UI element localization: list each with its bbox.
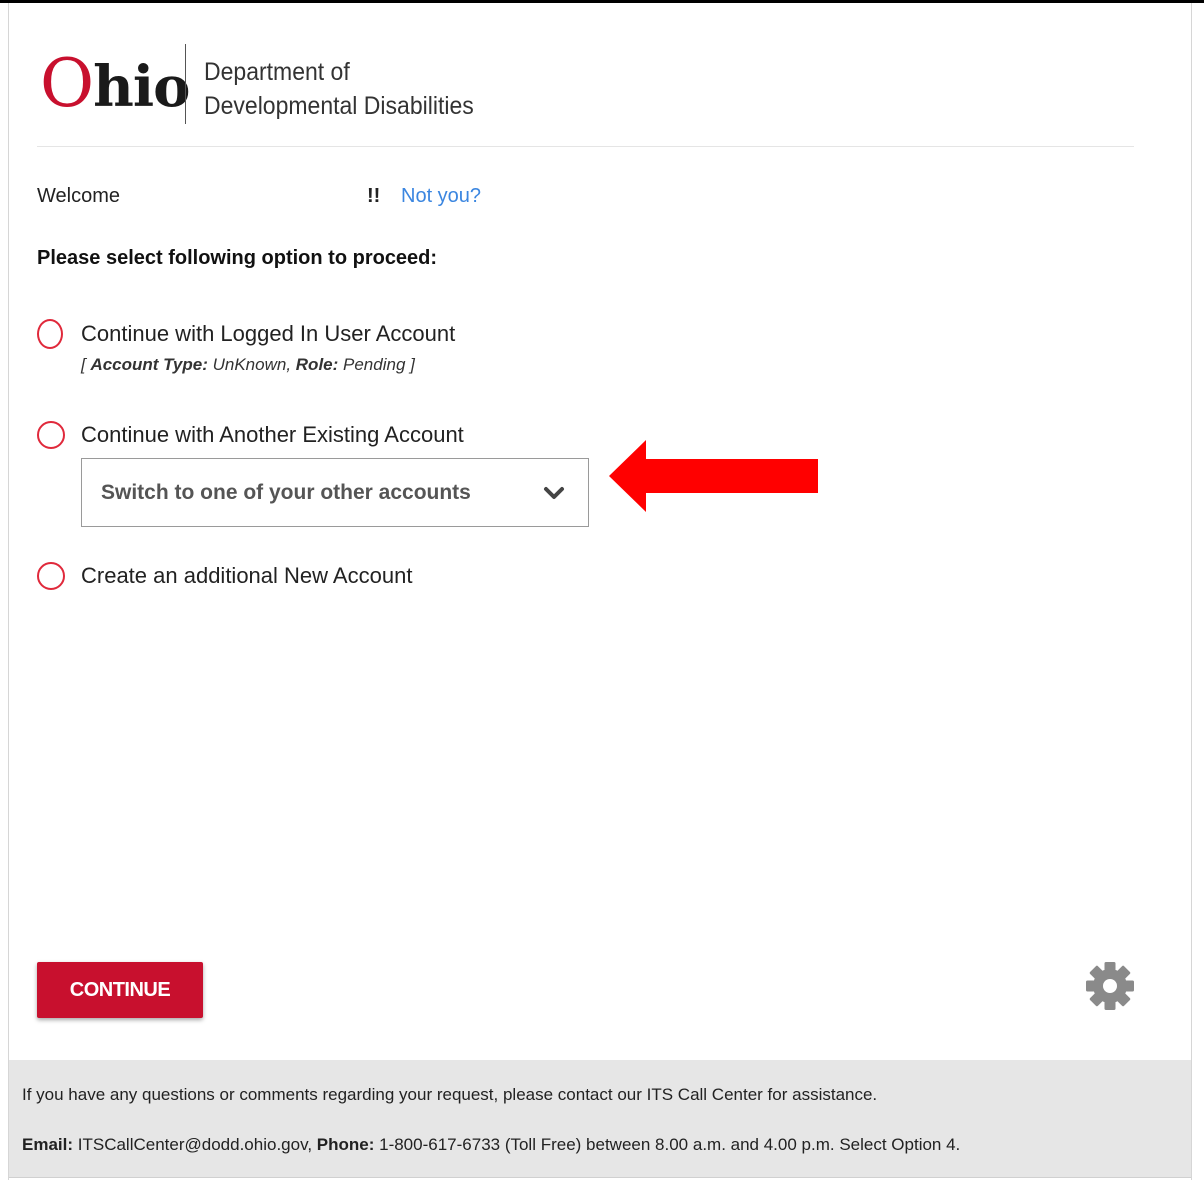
logo-department-name: Department of Developmental Disabilities bbox=[204, 58, 474, 120]
footer-email: ITSCallCenter@dodd.ohio.gov, bbox=[73, 1135, 317, 1154]
left-arrow-icon bbox=[609, 440, 818, 512]
footer-contact-info: Email: ITSCallCenter@dodd.ohio.gov, Phon… bbox=[22, 1135, 961, 1154]
gear-icon[interactable] bbox=[1085, 961, 1135, 1011]
dropdown-selected-value: Switch to one of your other accounts bbox=[101, 481, 471, 504]
continue-button[interactable]: CONTINUE bbox=[37, 962, 203, 1018]
logo-wordmark: Ohio bbox=[40, 45, 190, 122]
account-details: [ Account Type: UnKnown, Role: Pending ] bbox=[81, 355, 415, 374]
logo-divider bbox=[185, 44, 186, 124]
footer-phone: 1-800-617-6733 (Toll Free) between 8.00 … bbox=[374, 1135, 961, 1154]
instruction-text: Please select following option to procee… bbox=[37, 247, 438, 269]
option-label: Continue with Another Existing Account bbox=[81, 422, 464, 447]
support-footer: If you have any questions or comments re… bbox=[9, 1060, 1191, 1178]
radio-logged-in-account[interactable] bbox=[37, 319, 63, 349]
option-label: Continue with Logged In User Account bbox=[81, 321, 456, 346]
footer-help-text: If you have any questions or comments re… bbox=[22, 1085, 878, 1104]
radio-another-existing-account[interactable] bbox=[37, 421, 65, 449]
welcome-label: Welcome bbox=[37, 185, 120, 207]
switch-account-dropdown[interactable]: Switch to one of your other accounts bbox=[81, 458, 589, 527]
header-divider bbox=[37, 146, 1134, 147]
radio-new-account[interactable] bbox=[37, 562, 65, 590]
option-label: Create an additional New Account bbox=[81, 563, 413, 588]
chevron-down-icon bbox=[544, 487, 564, 499]
not-you-link[interactable]: Not you? bbox=[401, 184, 481, 208]
welcome-exclamation: !! bbox=[367, 185, 381, 207]
